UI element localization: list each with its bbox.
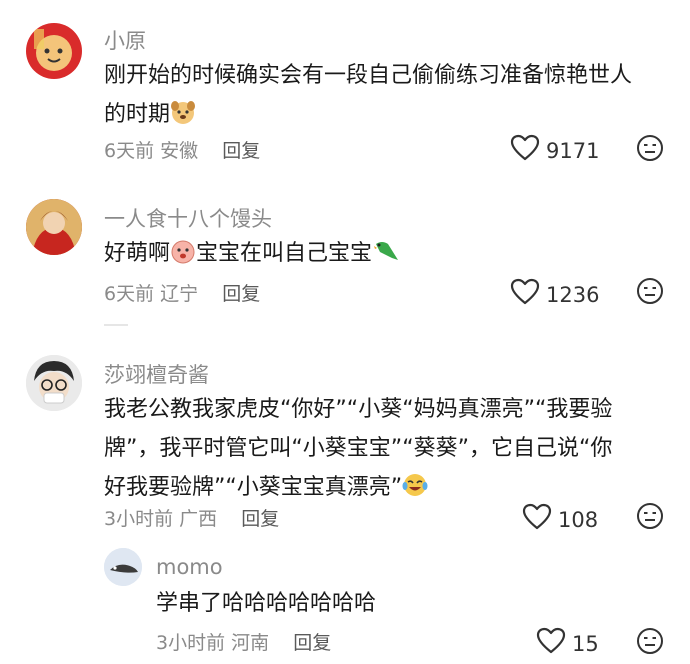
- username[interactable]: momo: [156, 555, 223, 579]
- comment-text: 好萌啊 宝宝在叫自己宝宝: [104, 234, 400, 277]
- avatar[interactable]: [26, 355, 82, 411]
- heart-outline-icon: [510, 134, 546, 167]
- like-count: 1236: [546, 282, 600, 307]
- avatar[interactable]: [26, 199, 82, 255]
- reply-button[interactable]: 回复: [222, 283, 260, 305]
- laughing-crying-emoji: [402, 472, 428, 511]
- username[interactable]: 一人食十八个馒头: [104, 203, 272, 233]
- avatar[interactable]: [26, 23, 82, 79]
- avatar[interactable]: [104, 548, 142, 586]
- dislike-button[interactable]: [636, 134, 664, 166]
- like-button[interactable]: 108: [522, 503, 598, 536]
- comment-text: 我老公教我家虎皮“你好”“小葵“妈妈真漂亮”“我要验 牌”，我平时管它叫“小葵宝…: [104, 390, 612, 511]
- reply-button[interactable]: 回复: [222, 140, 260, 162]
- meh-face-icon: [636, 503, 664, 534]
- timestamp: 6天前: [104, 140, 155, 162]
- like-button[interactable]: 15: [536, 627, 599, 660]
- comment-meta: 3小时前 广西 回复: [104, 504, 279, 531]
- dislike-button[interactable]: [636, 502, 664, 534]
- meh-face-icon: [636, 628, 664, 659]
- location: 广西: [179, 508, 218, 530]
- pink-face-emoji: [170, 238, 196, 277]
- comment-text: 刚开始的时候确实会有一段自己偷偷练习准备惊艳世人 的时期: [104, 56, 632, 138]
- location: 河南: [231, 632, 270, 654]
- comment-meta: 3小时前 河南 回复: [156, 628, 331, 655]
- username[interactable]: 小原: [104, 25, 146, 55]
- comment-meta: 6天前 辽宁 回复: [104, 279, 260, 306]
- timestamp: 3小时前: [104, 508, 174, 530]
- like-count: 9171: [546, 138, 600, 163]
- divider: [104, 324, 128, 326]
- heart-outline-icon: [522, 503, 558, 536]
- location: 辽宁: [160, 283, 199, 305]
- heart-outline-icon: [510, 278, 546, 311]
- heart-outline-icon: [536, 627, 572, 660]
- timestamp: 6天前: [104, 283, 155, 305]
- like-count: 108: [558, 507, 599, 532]
- timestamp: 3小时前: [156, 632, 226, 654]
- reply-button[interactable]: 回复: [293, 632, 331, 654]
- meh-face-icon: [636, 278, 664, 309]
- reply-button[interactable]: 回复: [241, 508, 279, 530]
- parrot-emoji: [372, 238, 400, 277]
- like-button[interactable]: 9171: [510, 134, 599, 167]
- comment-meta: 6天前 安徽 回复: [104, 136, 260, 163]
- location: 安徽: [160, 140, 199, 162]
- like-button[interactable]: 1236: [510, 278, 599, 311]
- meh-face-icon: [636, 135, 664, 166]
- username[interactable]: 莎翊檀奇酱: [104, 359, 209, 389]
- dog-face-emoji: [170, 99, 196, 138]
- dislike-button[interactable]: [636, 627, 664, 659]
- like-count: 15: [572, 631, 599, 656]
- dislike-button[interactable]: [636, 277, 664, 309]
- comment-text: 学串了哈哈哈哈哈哈哈: [156, 591, 377, 616]
